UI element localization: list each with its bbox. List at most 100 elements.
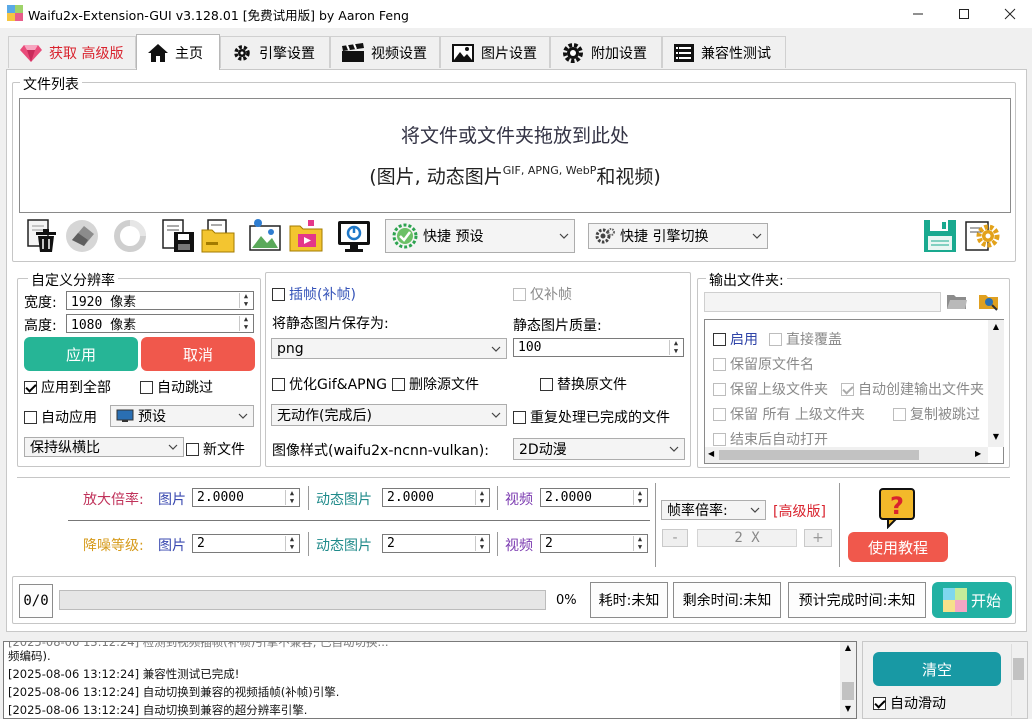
height-spinner[interactable]: ▲ ▼ (239, 316, 252, 331)
tab-image-settings[interactable]: 图片设置 (440, 36, 550, 68)
denoise-video-input[interactable]: 2 ▲ ▼ (540, 534, 648, 553)
autoscroll-checkbox[interactable]: 自动滑动 (873, 693, 946, 713)
framerate-pro-label[interactable]: [高级版] (773, 501, 826, 521)
output-options-vscroll[interactable]: ▲ ▼ (988, 320, 1004, 447)
power-monitor-icon[interactable] (336, 218, 372, 254)
browse-folder-icon[interactable] (978, 290, 1000, 312)
tab-engine-settings[interactable]: 引擎设置 (220, 36, 330, 68)
add-image-icon[interactable] (248, 218, 284, 254)
help-question-icon[interactable]: ? (876, 487, 918, 529)
auto-create-output-checkbox[interactable]: 自动创建输出文件夹 (841, 379, 987, 397)
quick-preset-dropdown[interactable]: 快捷 预设 (385, 219, 575, 253)
auto-open-checkbox[interactable]: 结束后自动打开 (713, 429, 828, 449)
denoise-image-spinner[interactable]: ▲ ▼ (285, 536, 298, 551)
auto-apply-checkbox[interactable]: 自动应用 (24, 407, 97, 427)
copy-skipped-box[interactable] (893, 407, 906, 421)
save-file-list-icon[interactable] (160, 218, 196, 254)
scale-gif-input[interactable]: 2.0000 ▲ ▼ (382, 488, 490, 507)
new-file-checkbox[interactable]: 新文件 (186, 439, 245, 459)
hscroll-thumb[interactable] (719, 450, 919, 460)
auto-open-box[interactable] (713, 432, 726, 446)
denoise-gif-spinner[interactable]: ▲ ▼ (475, 536, 488, 551)
autoscroll-box[interactable] (873, 696, 886, 710)
aspect-ratio-dropdown[interactable]: 保持纵横比 (24, 437, 184, 457)
delete-source-checkbox[interactable]: 删除源文件 (392, 374, 479, 394)
auto-create-output-box[interactable] (841, 382, 854, 396)
refresh-icon[interactable] (112, 218, 148, 254)
scale-video-input[interactable]: 2.0000 ▲ ▼ (540, 488, 648, 507)
log-vscroll[interactable]: ▲ ▼ (840, 642, 856, 718)
overwrite-checkbox[interactable]: 直接覆盖 (769, 329, 842, 349)
delete-source-box[interactable] (392, 377, 405, 391)
add-video-folder-icon[interactable] (288, 218, 324, 254)
controls-scroll-thumb[interactable] (1013, 658, 1024, 680)
keep-parent-folder-checkbox[interactable]: 保留上级文件夹 (713, 379, 828, 399)
resolution-preset-dropdown[interactable]: 预设 (110, 405, 254, 427)
framerate-dropdown[interactable]: 帧率倍率: (661, 500, 766, 520)
close-button[interactable] (987, 0, 1032, 28)
scroll-left-icon[interactable]: ◀ (708, 449, 714, 458)
replace-source-checkbox[interactable]: 替换原文件 (540, 374, 627, 394)
eraser-icon[interactable] (64, 218, 100, 254)
scale-gif-spinner[interactable]: ▲ ▼ (475, 490, 488, 505)
interp-only-checkbox[interactable]: 仅补帧 (513, 284, 572, 304)
save-format-dropdown[interactable]: png (271, 338, 507, 359)
optimize-gif-box[interactable] (272, 377, 285, 391)
output-enable-box[interactable] (713, 332, 726, 346)
new-file-box[interactable] (186, 442, 199, 456)
log-scroll-thumb[interactable] (842, 682, 854, 700)
save-settings-icon[interactable] (922, 218, 958, 254)
quick-engine-dropdown[interactable]: 快捷 引擎切换 (588, 223, 768, 249)
scale-image-spinner[interactable]: ▲ ▼ (285, 490, 298, 505)
keep-all-parents-box[interactable] (713, 407, 726, 421)
post-action-dropdown[interactable]: 无动作(完成后) (271, 404, 507, 426)
quality-input[interactable]: 100 ▲ ▼ (513, 338, 684, 357)
keep-filename-checkbox[interactable]: 保留原文件名 (713, 354, 814, 374)
tab-home[interactable]: 主页 (136, 34, 220, 70)
denoise-gif-input[interactable]: 2 ▲ ▼ (382, 534, 490, 553)
tab-video-settings[interactable]: 视频设置 (330, 36, 440, 68)
maximize-button[interactable] (941, 0, 987, 28)
cancel-resolution-button[interactable]: 取消 (141, 337, 255, 371)
replace-source-box[interactable] (540, 377, 553, 391)
tab-compat-test[interactable]: 兼容性测试 (662, 36, 786, 68)
scroll-down-icon[interactable]: ▼ (988, 432, 1004, 441)
reprocess-box[interactable] (513, 410, 526, 424)
log-output[interactable]: [2025-08-06 13:12:24] 检测到视频插帧(补帧)引擎不兼容, … (3, 641, 857, 719)
output-path-input[interactable] (704, 292, 941, 312)
scroll-right-icon[interactable]: ▶ (975, 449, 981, 458)
controls-vscroll[interactable] (1011, 644, 1025, 716)
file-drop-area[interactable]: 将文件或文件夹拖放到此处 (图片, 动态图片GIF, APNG, WebP和视频… (19, 98, 1011, 213)
keep-parent-folder-box[interactable] (713, 382, 726, 396)
keep-all-parents-checkbox[interactable]: 保留 所有 上级文件夹 (713, 404, 865, 424)
tab-addon-settings[interactable]: 附加设置 (550, 36, 662, 68)
scale-video-spinner[interactable]: ▲ ▼ (633, 490, 646, 505)
denoise-image-input[interactable]: 2 ▲ ▼ (192, 534, 300, 553)
image-style-dropdown[interactable]: 2D动漫 (513, 438, 685, 460)
denoise-video-spinner[interactable]: ▲ ▼ (633, 536, 646, 551)
height-input[interactable]: 1080 像素 ▲ ▼ (66, 314, 254, 333)
output-options-hscroll[interactable]: ◀ ▶ (705, 447, 988, 463)
optimize-gif-checkbox[interactable]: 优化Gif&APNG (272, 374, 387, 394)
frame-interp-checkbox[interactable]: 插帧(补帧) (272, 284, 356, 304)
tab-get-pro[interactable]: 获取 高级版 (8, 36, 136, 68)
load-file-list-icon[interactable] (200, 218, 236, 254)
trash-icon[interactable] (24, 218, 60, 254)
output-enable-checkbox[interactable]: 启用 (713, 329, 758, 349)
auto-apply-box[interactable] (24, 410, 37, 424)
apply-to-all-checkbox[interactable]: 应用到全部 (24, 377, 111, 397)
auto-skip-box[interactable] (140, 380, 153, 394)
clear-log-button[interactable]: 清空 (873, 652, 1001, 686)
width-spinner[interactable]: ▲ ▼ (239, 293, 252, 308)
frame-interp-box[interactable] (272, 287, 285, 301)
auto-skip-checkbox[interactable]: 自动跳过 (140, 377, 213, 397)
framerate-minus-button[interactable]: - (662, 529, 688, 547)
minimize-button[interactable] (895, 0, 941, 28)
reprocess-checkbox[interactable]: 重复处理已完成的文件 (513, 407, 670, 427)
start-button[interactable]: 开始 (932, 582, 1012, 618)
scroll-up-icon[interactable]: ▲ (840, 643, 856, 652)
scroll-down-icon[interactable]: ▼ (840, 704, 856, 713)
keep-filename-box[interactable] (713, 357, 726, 371)
scale-image-input[interactable]: 2.0000 ▲ ▼ (192, 488, 300, 507)
scroll-up-icon[interactable]: ▲ (988, 322, 1004, 331)
